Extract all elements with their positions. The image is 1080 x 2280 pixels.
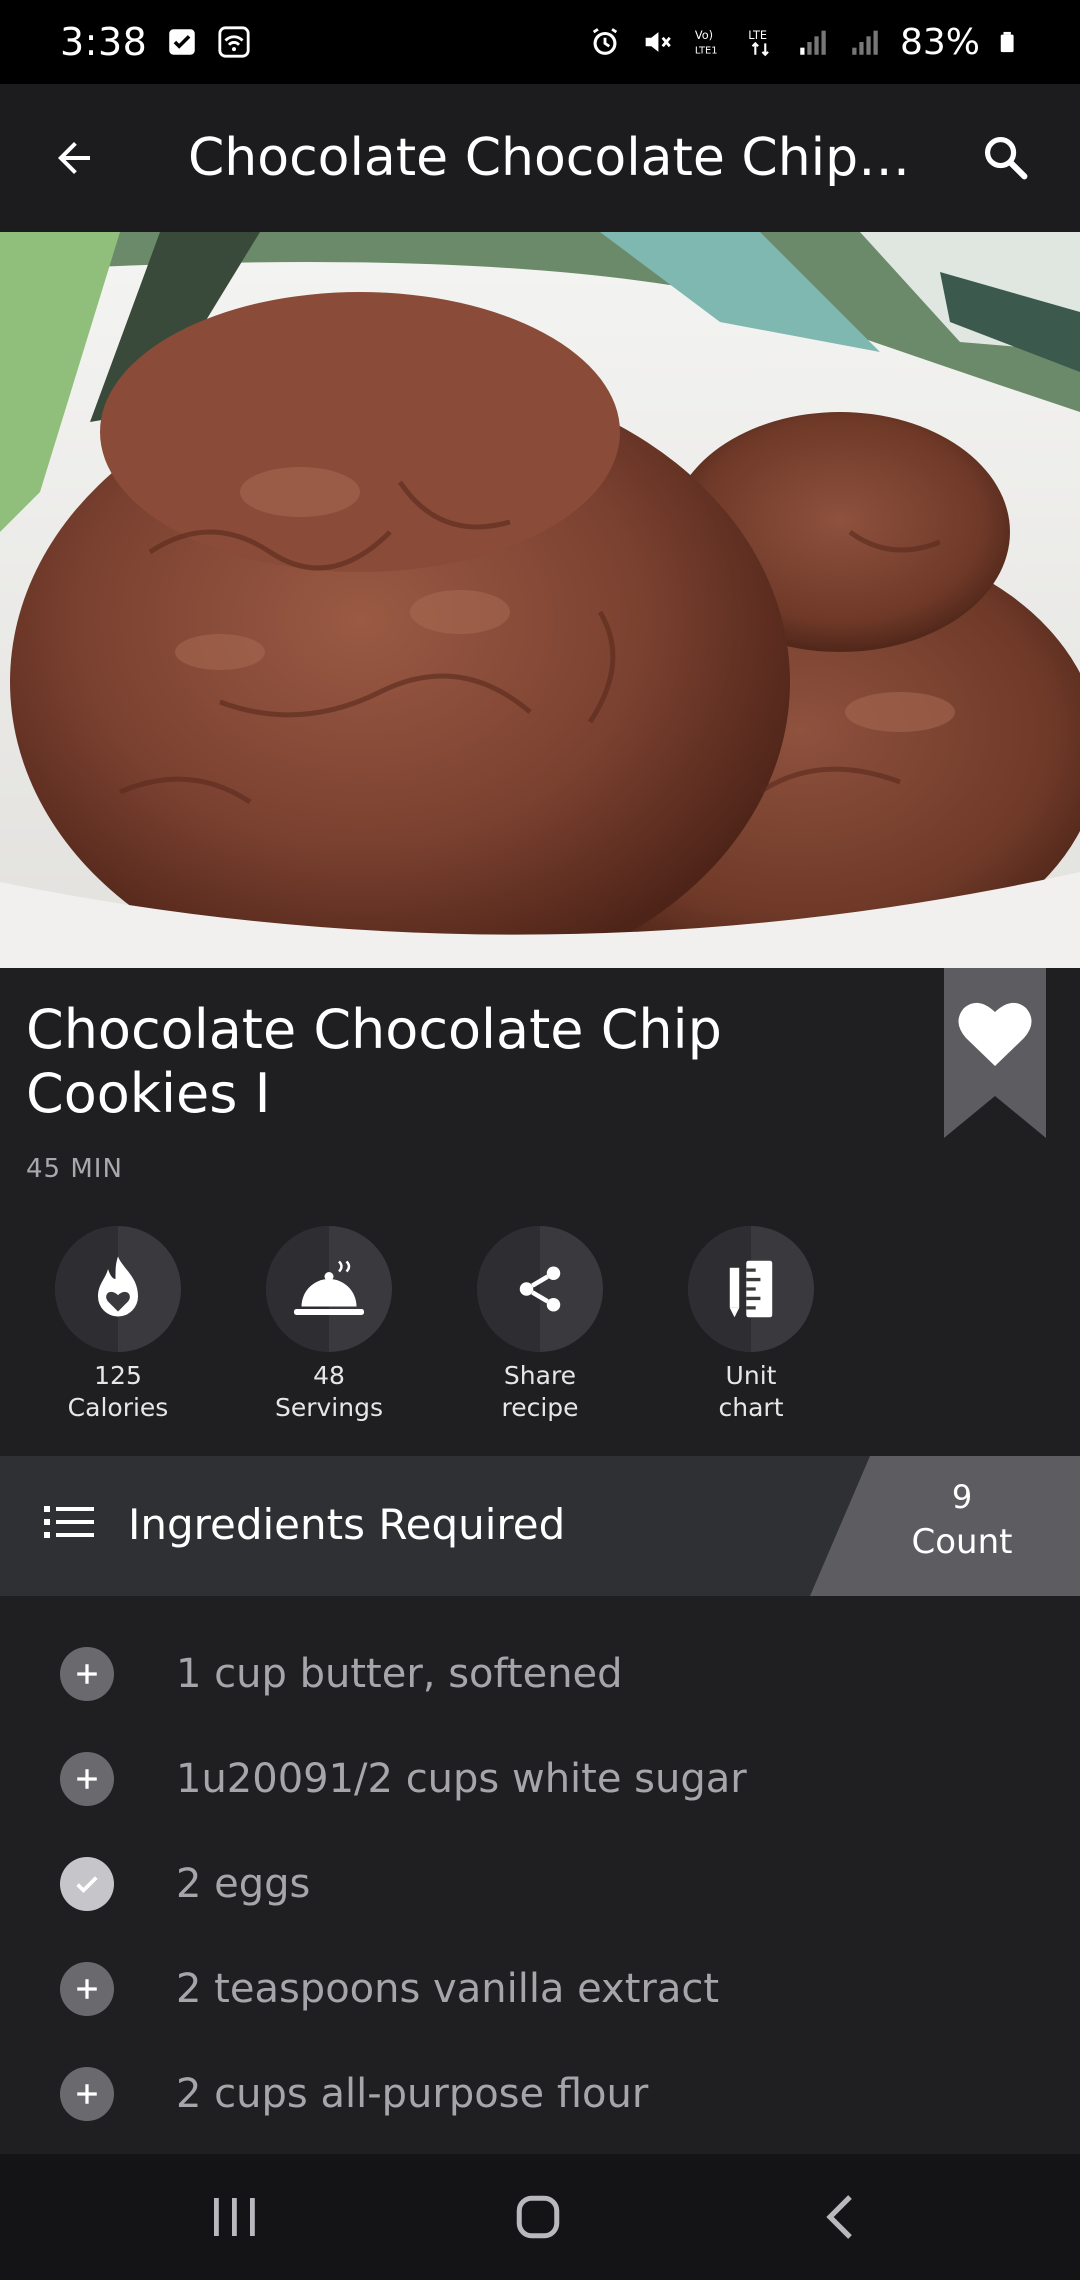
volte-icon: Vo) LTE1: [695, 28, 718, 56]
calories-action[interactable]: 125 Calories: [18, 1226, 218, 1424]
nav-back-button[interactable]: [760, 2154, 920, 2280]
svg-text:LTE: LTE: [748, 28, 767, 42]
add-ingredient-button[interactable]: [60, 2067, 114, 2121]
ingredient-text: 2 eggs: [176, 1861, 311, 1907]
lte-data-icon: LTE: [748, 28, 769, 57]
checkbox-notification-icon: [169, 29, 196, 55]
unit-label-line1: Unit: [725, 1361, 777, 1390]
home-button[interactable]: [458, 2154, 618, 2280]
ingredient-checked-button[interactable]: [60, 1857, 114, 1911]
home-icon: [516, 2195, 560, 2239]
plus-icon: [77, 2084, 97, 2104]
cloche-icon: [294, 1260, 364, 1315]
status-bar: 3:38 Vo) LTE1 LTE 83%: [0, 0, 1080, 84]
back-button[interactable]: [0, 84, 148, 232]
ingredient-row[interactable]: 2 eggs: [0, 1832, 1080, 1936]
recipe-title: Chocolate Chocolate Chip Cookies I: [26, 998, 722, 1125]
ingredient-row[interactable]: 2 cups all-purpose flour: [0, 2042, 1080, 2146]
unit-label-line2: chart: [718, 1393, 784, 1422]
add-ingredient-button[interactable]: [60, 1647, 114, 1701]
bookmark-ribbon-icon: [944, 968, 1046, 1138]
signal-icon-2: [852, 30, 878, 55]
share-label-line2: recipe: [501, 1393, 579, 1422]
ingredient-row[interactable]: 2 teaspoons vanilla extract: [0, 1937, 1080, 2041]
ingredient-row[interactable]: 1 cup butter, softened: [0, 1622, 1080, 1726]
recent-apps-icon: [214, 2198, 255, 2236]
search-button[interactable]: [932, 84, 1080, 232]
calories-value: 125: [94, 1361, 142, 1390]
share-recipe-action[interactable]: Share recipe: [440, 1226, 640, 1424]
plus-icon: [77, 1664, 97, 1684]
recipe-header: Chocolate Chocolate Chip Cookies I 45 MI…: [0, 968, 1080, 1456]
add-ingredient-button[interactable]: [60, 1962, 114, 2016]
arrow-back-icon: [58, 142, 90, 174]
alarm-icon: [592, 28, 618, 55]
svg-text:LTE1: LTE1: [695, 45, 718, 56]
ingredient-row[interactable]: 1u20091/2 cups white sugar: [0, 1727, 1080, 1831]
recipe-hero-image: [0, 232, 1080, 968]
recipe-actions: 125 Calories 48 Servings Share recipe Un…: [0, 1226, 1080, 1426]
unit-chart-action[interactable]: Unit chart: [651, 1226, 851, 1424]
plus-icon: [77, 1979, 97, 1999]
signal-icon-1: [800, 30, 826, 55]
servings-value: 48: [313, 1361, 345, 1390]
calories-label: Calories: [67, 1393, 169, 1422]
ingredient-count-badge: 9 Count: [810, 1456, 1080, 1596]
ingredient-text: 1u20091/2 cups white sugar: [176, 1756, 747, 1802]
cookie-photo: [0, 232, 1080, 968]
mute-icon: [645, 32, 671, 52]
app-bar: Chocolate Chocolate Chip Coo…: [0, 84, 1080, 232]
servings-action[interactable]: 48 Servings: [229, 1226, 429, 1424]
recipe-time: 45 MIN: [26, 1154, 123, 1184]
ingredient-count: 9: [951, 1478, 973, 1516]
favorite-bookmark-button[interactable]: [944, 968, 1046, 1138]
share-icon: [519, 1266, 561, 1312]
servings-label: Servings: [274, 1393, 383, 1422]
ingredient-text: 2 cups all-purpose flour: [176, 2071, 649, 2117]
ingredient-count-label: Count: [911, 1522, 1013, 1562]
search-icon: [984, 136, 1028, 180]
system-nav-bar: [0, 2154, 1080, 2280]
ingredients-title: Ingredients Required: [128, 1500, 566, 1549]
ingredient-text: 1 cup butter, softened: [176, 1651, 623, 1697]
ingredients-header: Ingredients Required 9 Count: [0, 1456, 1080, 1596]
recent-apps-button[interactable]: [155, 2154, 315, 2280]
wifi-notification-icon: [218, 26, 250, 58]
status-time: 3:38: [60, 20, 148, 64]
unit-chart-icon: [729, 1260, 773, 1318]
plus-icon: [77, 1769, 97, 1789]
ingredients-list: 1 cup butter, softened 1u20091/2 cups wh…: [0, 1596, 1080, 2154]
ingredient-text: 2 teaspoons vanilla extract: [176, 1966, 720, 2012]
chevron-back-icon: [826, 2195, 852, 2239]
check-icon: [76, 1876, 98, 1894]
list-icon: [44, 1506, 94, 1538]
app-bar-title: Chocolate Chocolate Chip Coo…: [188, 128, 932, 188]
flame-heart-icon: [98, 1256, 138, 1317]
share-label-line1: Share: [503, 1361, 577, 1390]
battery-percent: 83%: [899, 21, 980, 63]
battery-icon: [1000, 31, 1014, 53]
add-ingredient-button[interactable]: [60, 1752, 114, 1806]
svg-text:Vo): Vo): [695, 28, 713, 42]
